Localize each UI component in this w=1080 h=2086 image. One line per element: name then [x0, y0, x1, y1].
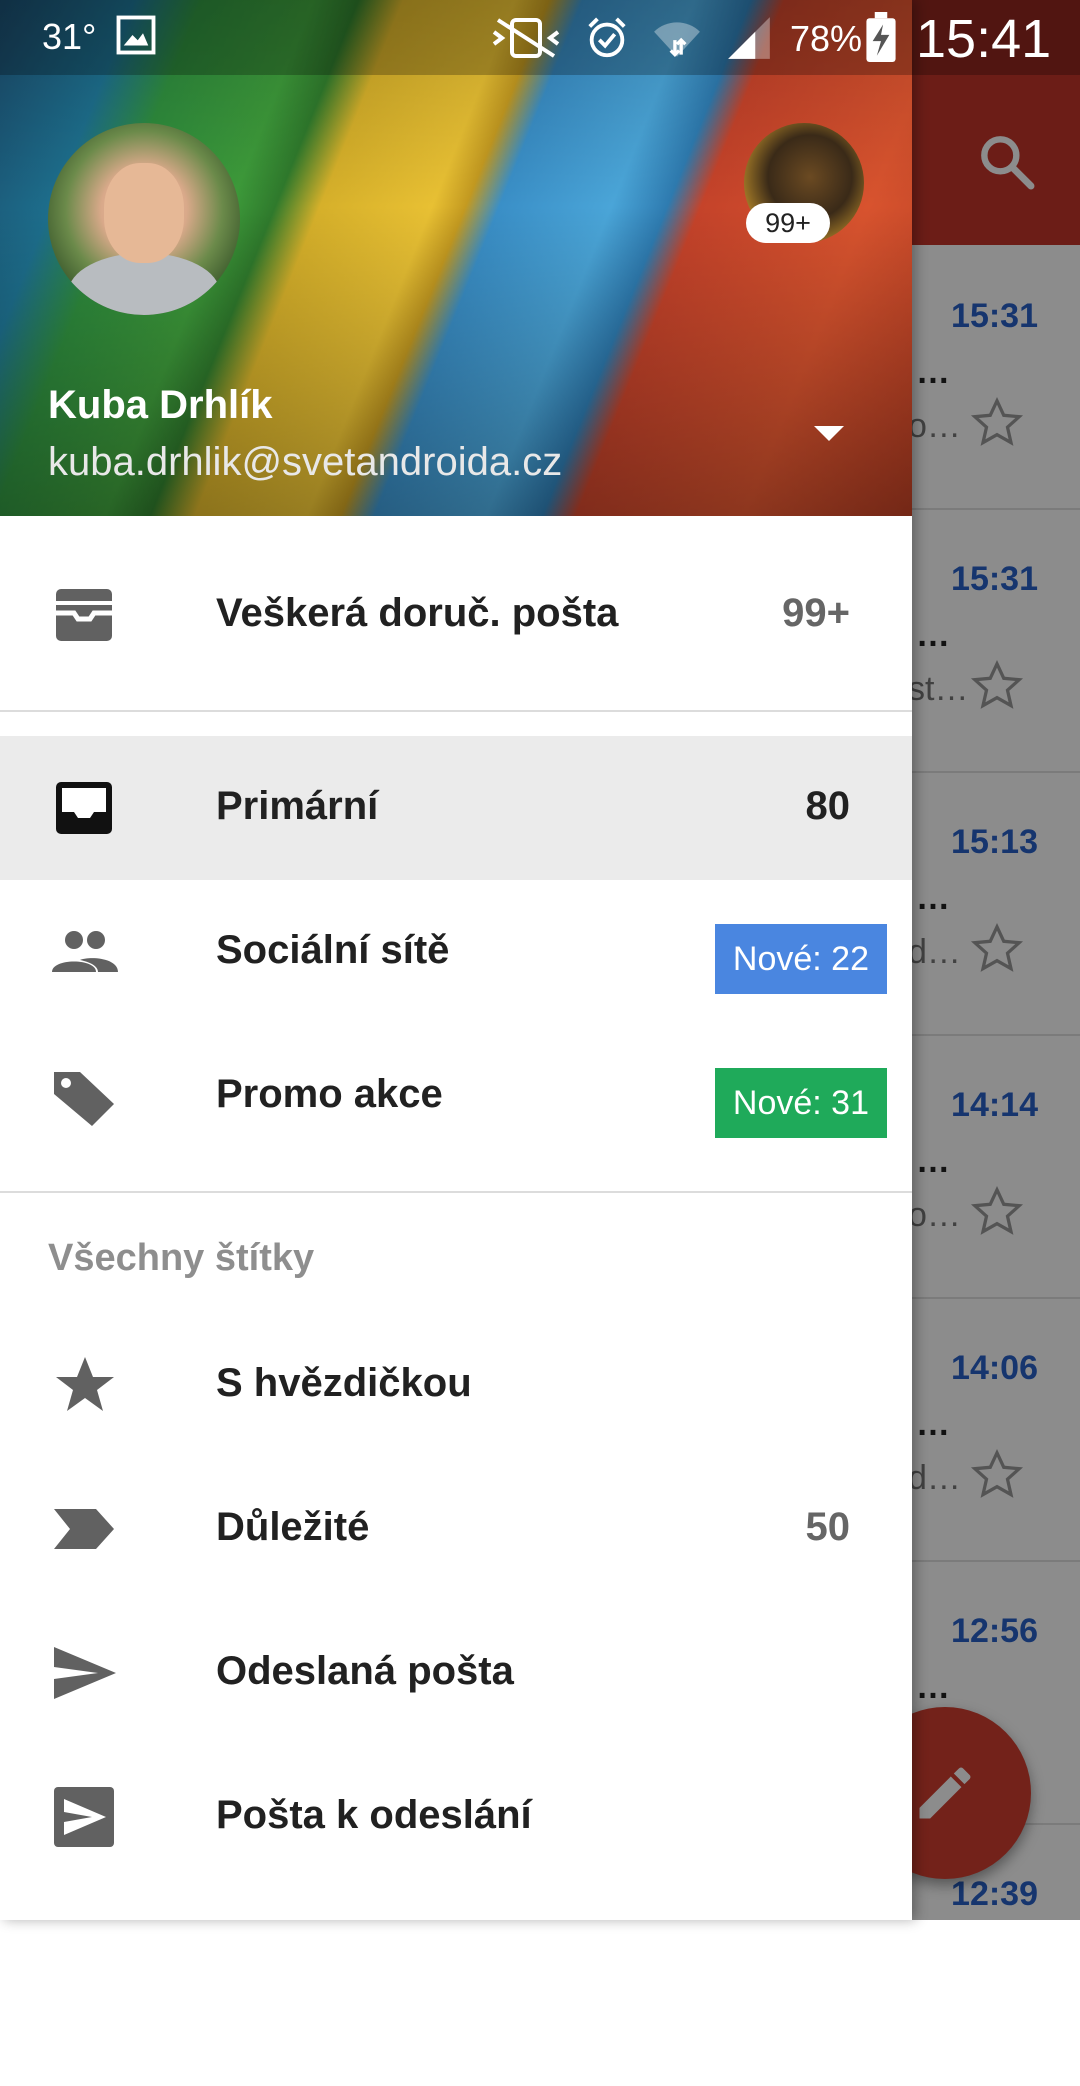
nav-item-all-inboxes[interactable]: Veškerá doruč. pošta 99+	[0, 543, 912, 687]
divider	[0, 710, 912, 712]
avatar[interactable]	[48, 123, 240, 315]
nav-count: 50	[805, 1505, 851, 1549]
account-email: kuba.drhlik@svetandroida.cz	[48, 440, 563, 484]
people-icon	[52, 931, 118, 972]
other-account-badge: 99+	[746, 203, 830, 243]
vibrate-icon	[492, 18, 560, 58]
clock: 15:41	[916, 9, 1052, 69]
tag-icon	[54, 1072, 114, 1126]
wifi-icon	[654, 22, 700, 58]
image-icon	[116, 15, 156, 55]
alarm-icon	[588, 17, 626, 58]
signal-icon	[728, 17, 770, 59]
nav-label: Pošta k odeslání	[216, 1793, 532, 1837]
new-count-badge: Nové: 31	[714, 1068, 887, 1138]
new-count-badge: Nové: 22	[714, 924, 887, 994]
inbox-icon	[56, 782, 112, 834]
nav-item-promotions[interactable]: Promo akce Nové: 31	[0, 1024, 912, 1168]
status-icons	[490, 12, 774, 64]
nav-label: Odeslaná pošta	[216, 1649, 514, 1693]
nav-label: Veškerá doruč. pošta	[216, 591, 619, 635]
battery-percentage: 78%	[790, 18, 863, 59]
nav-item-primary[interactable]: Primární 80	[0, 736, 912, 880]
account-name: Kuba Drhlík	[48, 383, 273, 427]
all-inboxes-icon	[56, 589, 112, 641]
nav-label: Primární	[216, 784, 379, 828]
nav-item-important[interactable]: Důležité 50	[0, 1457, 912, 1601]
avatar-face	[104, 163, 184, 263]
nav-count: 99+	[782, 591, 850, 635]
outbox-icon	[54, 1787, 114, 1847]
nav-label: Důležité	[216, 1505, 370, 1549]
nav-item-outbox[interactable]: Pošta k odeslání	[0, 1745, 912, 1889]
divider	[0, 1191, 912, 1193]
chevron-down-icon[interactable]	[812, 424, 846, 444]
navigation-drawer: 99+ Kuba Drhlík kuba.drhlik@svetandroida…	[0, 0, 912, 1920]
nav-item-sent[interactable]: Odeslaná pošta	[0, 1601, 912, 1745]
nav-label: Sociální sítě	[216, 928, 450, 972]
nav-item-social[interactable]: Sociální sítě Nové: 22	[0, 880, 912, 1024]
status-bar: 31° 78% 15:41	[0, 0, 1080, 75]
battery-charging-icon	[866, 12, 896, 62]
important-icon	[54, 1509, 114, 1549]
weather-temperature: 31°	[42, 16, 97, 57]
account-header: 99+ Kuba Drhlík kuba.drhlik@svetandroida…	[0, 0, 912, 516]
star-icon	[56, 1357, 114, 1411]
send-icon	[54, 1647, 116, 1699]
section-header: Všechny štítky	[48, 1237, 315, 1279]
nav-label: Promo akce	[216, 1072, 443, 1116]
nav-count: 80	[805, 784, 851, 828]
nav-item-starred[interactable]: S hvězdičkou	[0, 1313, 912, 1457]
nav-label: S hvězdičkou	[216, 1361, 472, 1405]
